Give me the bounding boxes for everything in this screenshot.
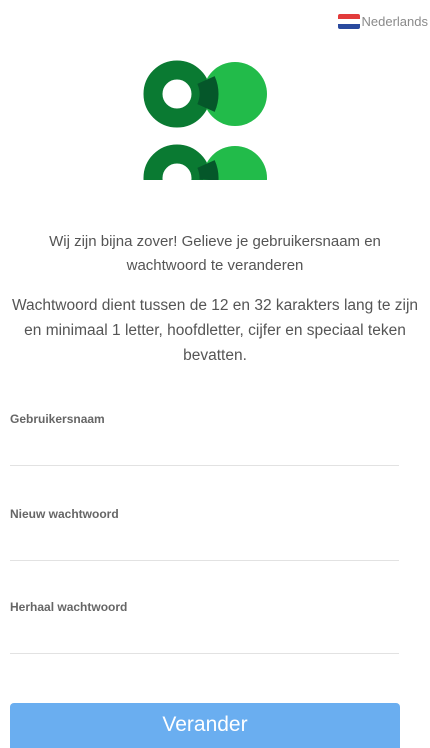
language-label: Nederlands [361, 14, 429, 29]
repeat-password-label: Herhaal wachtwoord [10, 600, 128, 614]
submit-button[interactable]: Verander [10, 703, 400, 748]
username-input[interactable] [10, 434, 399, 466]
new-password-field: Nieuw wachtwoord [10, 507, 399, 561]
intro-text: Wij zijn bijna zover! Gelieve je gebruik… [49, 233, 381, 274]
green-rings-logo [143, 60, 267, 180]
username-label: Gebruikersnaam [10, 412, 105, 426]
new-password-input[interactable] [10, 529, 399, 561]
change-credentials-page: Nederlands Wij zijn bijna zover! Gelieve… [0, 0, 430, 748]
netherlands-flag-icon [337, 14, 360, 29]
language-selector[interactable]: Nederlands [337, 14, 429, 29]
new-password-label: Nieuw wachtwoord [10, 507, 119, 521]
password-rules-text: Wachtwoord dient tussen de 12 en 32 kara… [11, 297, 419, 364]
repeat-password-field: Herhaal wachtwoord [10, 600, 399, 654]
username-field: Gebruikersnaam [10, 412, 399, 466]
repeat-password-input[interactable] [10, 622, 399, 654]
